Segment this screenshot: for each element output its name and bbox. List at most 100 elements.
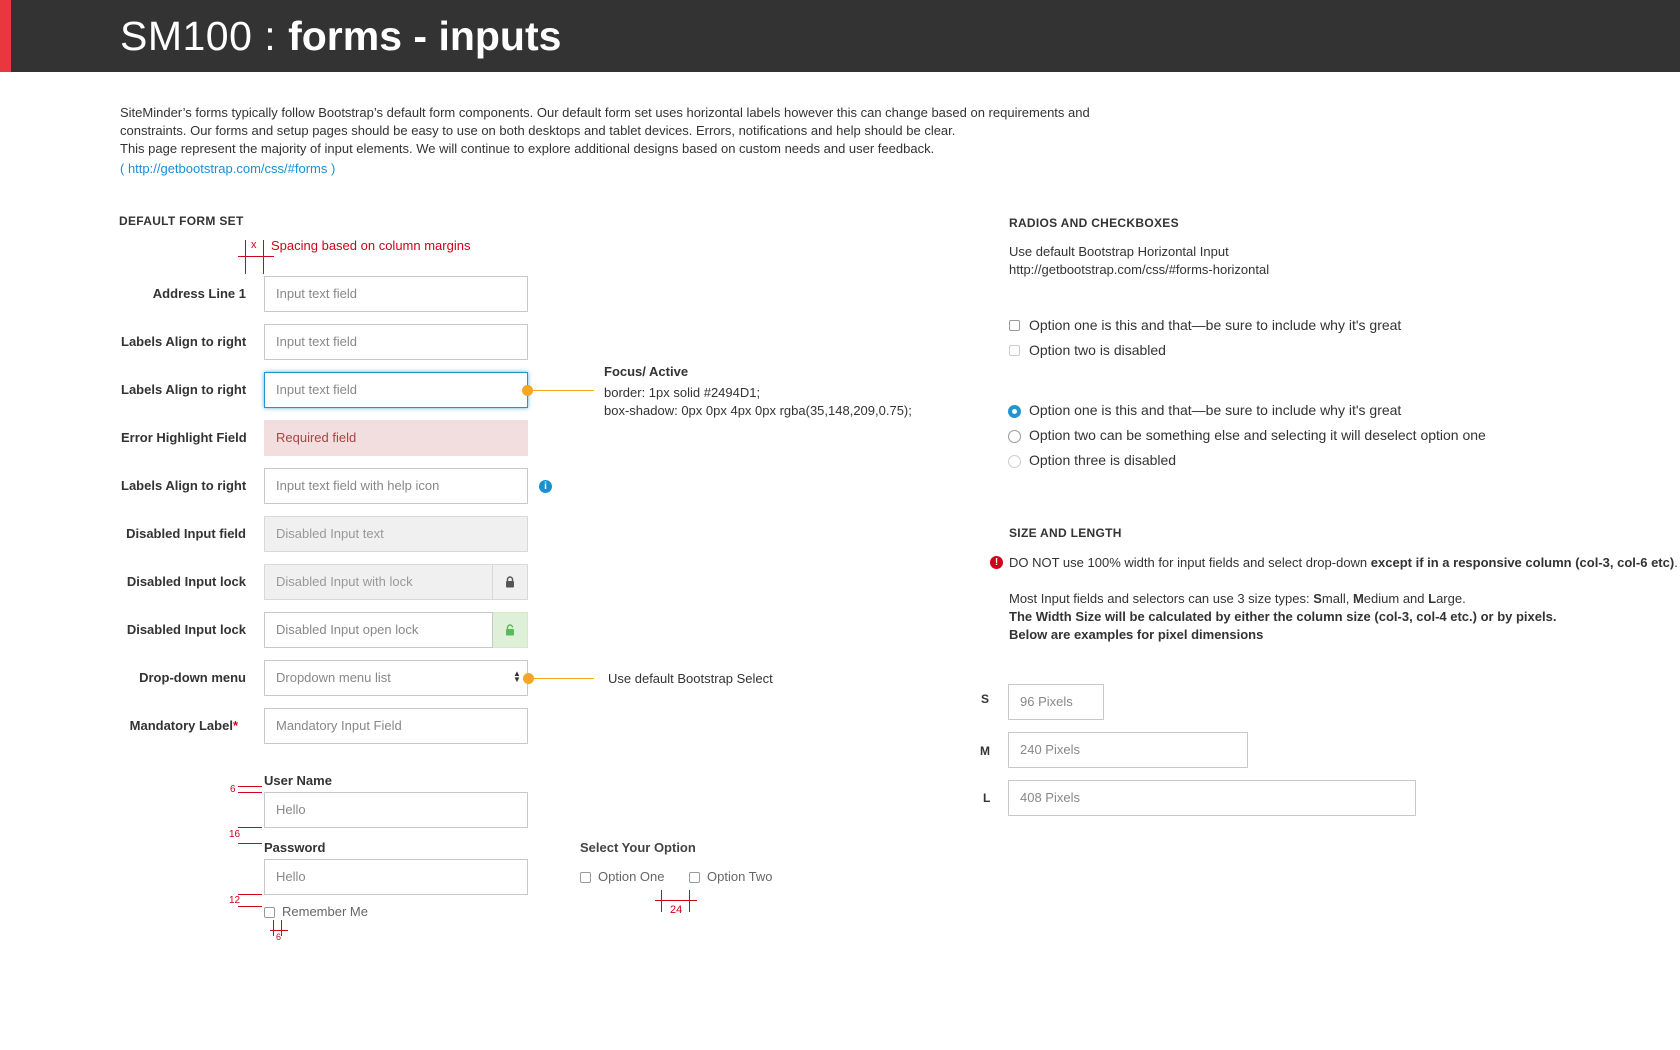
text-input[interactable]: Input text field <box>264 324 528 360</box>
spacing-line <box>655 900 697 901</box>
spacing-line <box>661 890 662 912</box>
form-label: Error Highlight Field <box>121 430 247 445</box>
form-label: Disabled Input lock <box>126 574 246 589</box>
header-accent-bar <box>0 0 11 72</box>
unlock-icon <box>506 624 514 636</box>
size-label-s: S <box>981 692 990 706</box>
open-lock-input[interactable]: Disabled Input open lock <box>264 612 493 648</box>
focus-annotation-line <box>528 390 594 391</box>
spacing-marker-h <box>238 256 274 257</box>
spacing-line <box>238 792 262 793</box>
types-m-rest: edium and <box>1363 591 1429 606</box>
form-label: Disabled Input lock <box>126 622 246 637</box>
form-label: Labels Align to right <box>121 334 247 349</box>
help-text-input[interactable]: Input text field with help icon <box>264 468 528 504</box>
remember-me-checkbox[interactable] <box>264 907 275 918</box>
option-one-label: Option One <box>598 869 665 884</box>
form-label: Disabled Input field <box>126 526 246 541</box>
error-input[interactable]: Required field <box>264 420 528 456</box>
types-s: S <box>1313 591 1322 606</box>
warn-pre: DO NOT use 100% width for input fields a… <box>1009 555 1371 570</box>
spacing-line <box>238 906 262 907</box>
types-pre: Most Input fields and selectors can use … <box>1009 591 1314 606</box>
unlock-addon[interactable] <box>493 612 528 648</box>
disabled-input: Disabled Input text <box>264 516 528 552</box>
types-m: M <box>1352 591 1364 606</box>
mandatory-label-text: Mandatory Label <box>129 718 233 733</box>
mandatory-input[interactable]: Mandatory Input Field <box>264 708 528 744</box>
radio-option-one-label: Option one is this and that—be sure to i… <box>1029 402 1402 418</box>
checkbox-option-one-label: Option one is this and that—be sure to i… <box>1029 317 1402 333</box>
spacing-value-24: 24 <box>670 904 683 916</box>
radio-option-three-label: Option three is disabled <box>1029 452 1177 468</box>
username-input[interactable]: Hello <box>264 792 528 828</box>
types-l: L <box>1428 591 1437 606</box>
intro-line-2: constraints. Our forms and setup pages s… <box>120 123 956 138</box>
focus-note-border: border: 1px solid #2494D1; <box>604 385 761 400</box>
types-l-rest: arge. <box>1436 591 1466 606</box>
select-annotation-line <box>529 678 594 679</box>
spacing-value-16: 16 <box>229 829 241 840</box>
radios-desc: Use default Bootstrap Horizontal Input <box>1009 244 1229 259</box>
option-two-checkbox[interactable] <box>689 872 700 883</box>
info-icon[interactable]: i <box>539 480 552 493</box>
form-label: Labels Align to right <box>121 478 247 493</box>
spacing-line <box>238 786 262 787</box>
option-two-label: Option Two <box>707 869 773 884</box>
disabled-lock-input: Disabled Input with lock <box>264 564 493 600</box>
form-label: Drop-down menu <box>139 670 246 685</box>
radio-option-three-disabled <box>1008 455 1021 468</box>
alert-icon: ! <box>990 556 1003 569</box>
focused-text-input[interactable]: Input text field <box>264 372 528 408</box>
select-note: Use default Bootstrap Select <box>608 671 773 686</box>
checkbox-option-two-label: Option two is disabled <box>1029 342 1166 358</box>
intro-line-3: This page represent the majority of inpu… <box>120 141 935 156</box>
remember-me-label: Remember Me <box>282 904 368 919</box>
radios-checkboxes-heading: RADIOS AND CHECKBOXES <box>1009 216 1179 230</box>
address-line-input[interactable]: Input text field <box>264 276 528 312</box>
small-size-input[interactable]: 96 Pixels <box>1008 684 1104 720</box>
select-arrows-icon: ▲ ▼ <box>513 669 521 684</box>
lock-icon <box>506 576 514 588</box>
bootstrap-horizontal-link[interactable]: http://getbootstrap.com/css/#forms-horiz… <box>1009 262 1269 277</box>
spacing-line <box>281 920 282 936</box>
select-option-heading: Select Your Option <box>580 840 696 855</box>
dropdown-select[interactable]: Dropdown menu list <box>264 660 528 696</box>
size-length-heading: SIZE AND LENGTH <box>1009 526 1122 540</box>
checkbox-option-two-disabled <box>1009 345 1020 356</box>
spacing-marker-v2 <box>263 240 264 274</box>
warn-post: . <box>1674 555 1678 570</box>
username-label: User Name <box>264 773 332 788</box>
checkbox-option-one[interactable] <box>1009 320 1020 331</box>
required-asterisk: * <box>232 718 238 733</box>
focus-note-title: Focus/ Active <box>604 364 689 379</box>
page-title-main: forms - inputs <box>288 13 562 59</box>
spacing-line <box>238 827 262 828</box>
bootstrap-forms-link[interactable]: ( http://getbootstrap.com/css/#forms ) <box>120 160 335 178</box>
focus-note-shadow: box-shadow: 0px 0px 4px 0px rgba(35,148,… <box>604 403 912 418</box>
medium-size-input[interactable]: 240 Pixels <box>1008 732 1248 768</box>
radio-option-one[interactable] <box>1008 405 1021 418</box>
password-input[interactable]: Hello <box>264 859 528 895</box>
size-label-l: L <box>983 791 991 805</box>
spacing-line <box>273 920 274 936</box>
page-title: SM100 : forms - inputs <box>120 10 561 62</box>
page-title-prefix: SM100 : <box>120 13 289 59</box>
spacing-line <box>238 843 262 844</box>
form-label: Mandatory Label* <box>113 708 238 744</box>
width-calc-note: The Width Size will be calculated by eit… <box>1009 609 1557 624</box>
large-size-input[interactable]: 408 Pixels <box>1008 780 1416 816</box>
spacing-value-6b: 6 <box>276 932 282 942</box>
spacing-note: Spacing based on column margins <box>271 238 471 253</box>
form-label: Labels Align to right <box>121 382 247 397</box>
radio-option-two[interactable] <box>1008 430 1021 443</box>
option-one-checkbox[interactable] <box>580 872 591 883</box>
radio-option-two-label: Option two can be something else and sel… <box>1029 427 1486 443</box>
spacing-value-12: 12 <box>229 895 241 906</box>
size-types-line: Most Input fields and selectors can use … <box>1009 591 1466 606</box>
pixel-examples-note: Below are examples for pixel dimensions <box>1009 627 1264 642</box>
spacing-line <box>238 894 262 895</box>
spacing-x-label: x <box>251 239 257 251</box>
width-warning: DO NOT use 100% width for input fields a… <box>1009 555 1678 570</box>
default-form-heading: DEFAULT FORM SET <box>119 214 244 228</box>
